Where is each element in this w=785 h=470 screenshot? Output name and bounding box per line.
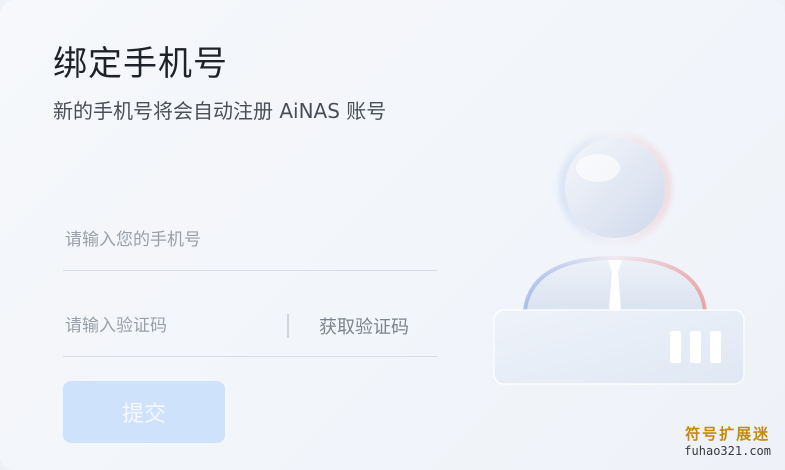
id-card xyxy=(494,310,744,384)
avatar-head xyxy=(565,138,665,238)
get-code-button[interactable]: 获取验证码 xyxy=(319,313,409,339)
phone-input[interactable] xyxy=(63,222,427,258)
dialog-subtitle: 新的手机号将会自动注册 AiNAS 账号 xyxy=(53,99,387,123)
submit-button[interactable]: 提交 xyxy=(63,381,225,443)
watermark: 符号扩展迷 fuhao321.com xyxy=(684,426,771,460)
user-avatar-with-card-icon xyxy=(493,134,745,385)
code-field: 获取验证码 xyxy=(63,296,438,357)
watermark-url: fuhao321.com xyxy=(684,444,771,458)
watermark-title: 符号扩展迷 xyxy=(685,425,771,443)
bind-phone-dialog: 绑定手机号 新的手机号将会自动注册 AiNAS 账号 获取验证码 提交 xyxy=(0,0,785,470)
dialog-title: 绑定手机号 xyxy=(53,44,228,84)
phone-field xyxy=(63,210,438,271)
field-divider xyxy=(287,314,289,338)
verification-code-input[interactable] xyxy=(63,308,277,344)
